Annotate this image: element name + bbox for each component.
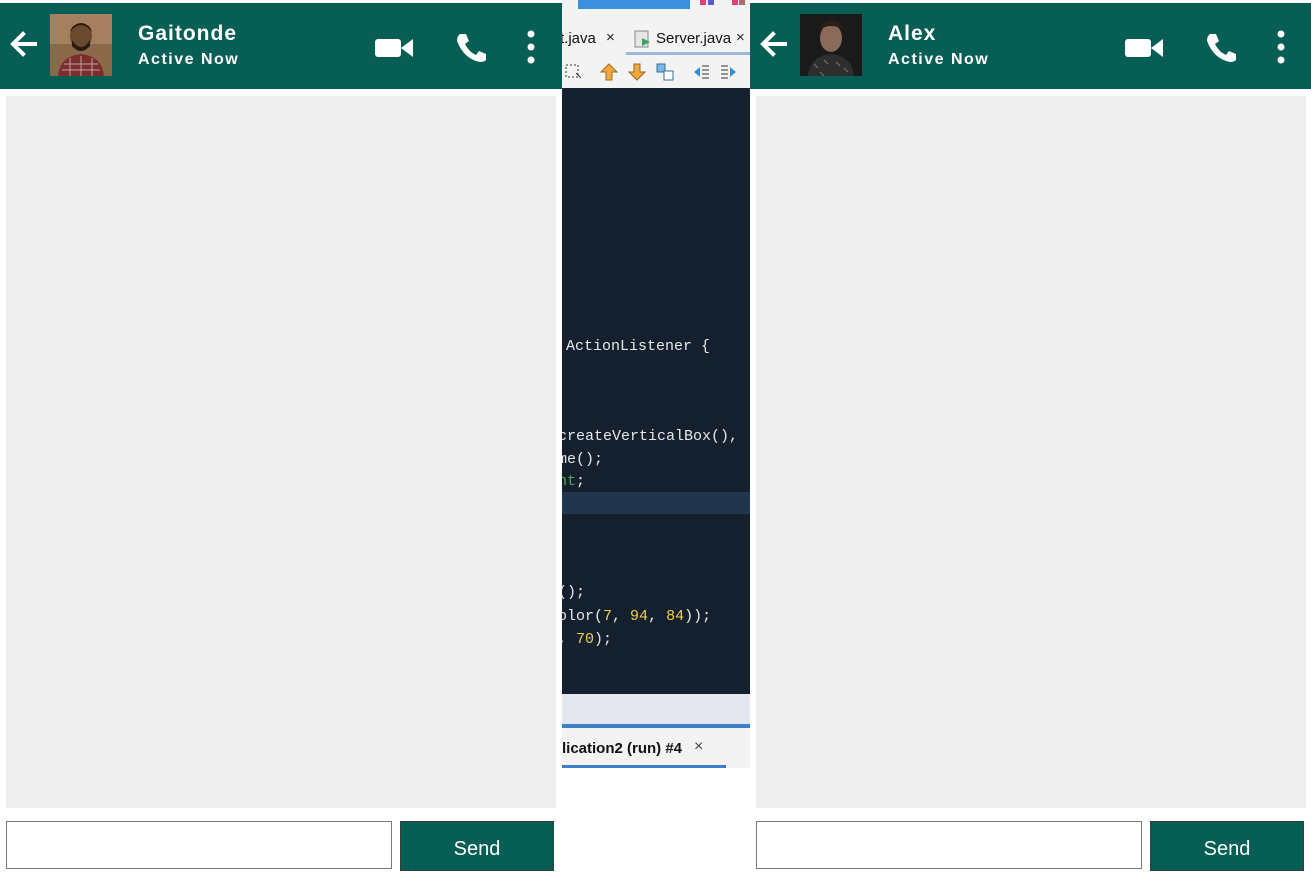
back-arrow-icon[interactable] (758, 29, 788, 59)
ide-editor-tabs: t.java × Server.java × (562, 22, 750, 56)
code-token: )); (684, 608, 712, 625)
code-line: ActionListener { (566, 338, 711, 355)
arrow-up-icon[interactable] (600, 63, 618, 81)
ide-toolbar (562, 56, 750, 89)
code-line: nt; (562, 471, 585, 493)
code-token: ; (576, 473, 586, 490)
ide-tab-client[interactable]: t.java (562, 30, 596, 47)
send-button[interactable]: Send (1150, 821, 1304, 871)
ide-background: t.java × Server.java × ActionListener {… (562, 0, 750, 875)
output-tab-run[interactable]: lication2 (run) #4 (562, 740, 682, 757)
code-editor[interactable]: ActionListener { createVerticalBox(), me… (562, 88, 750, 694)
code-token: 84 (666, 608, 685, 625)
message-area[interactable] (6, 96, 556, 808)
send-button[interactable]: Send (400, 821, 554, 871)
code-line: createVerticalBox(), (562, 428, 739, 445)
close-icon[interactable]: × (606, 29, 615, 46)
ide-status-area (562, 694, 750, 724)
video-call-icon[interactable] (374, 35, 414, 61)
code-line: me(); (562, 451, 604, 468)
code-token: , (562, 631, 576, 648)
ide-app-icon (732, 0, 745, 5)
output-tab-underline (562, 765, 726, 768)
video-call-icon[interactable] (1124, 35, 1164, 61)
chat-window-alex: Alex Active Now Send (750, 0, 1311, 875)
chat-header: Alex Active Now (750, 3, 1311, 89)
ide-output-tabs: lication2 (run) #4 × (562, 728, 750, 768)
code-token: , (648, 608, 667, 625)
code-token: ); (594, 631, 613, 648)
chat-window-gaitonde: Gaitonde Active Now Send (0, 0, 562, 875)
contact-name: Gaitonde (138, 22, 238, 45)
code-token: nt (562, 473, 577, 490)
phone-icon[interactable] (1204, 31, 1240, 63)
contact-name: Alex (888, 22, 937, 45)
ide-app-icon (700, 0, 714, 5)
contact-status: Active Now (138, 51, 240, 68)
avatar[interactable] (800, 14, 862, 76)
code-line: olor(7, 94, 84)); (562, 606, 711, 628)
code-token: olor( (562, 608, 604, 625)
message-input[interactable] (6, 821, 392, 869)
close-icon[interactable]: × (694, 738, 703, 756)
chat-header: Gaitonde Active Now (0, 3, 562, 89)
code-token: , (612, 608, 631, 625)
arrow-down-icon[interactable] (628, 63, 646, 81)
shift-left-icon[interactable] (692, 63, 710, 81)
ide-tab-server[interactable]: Server.java (656, 30, 731, 47)
java-file-icon (634, 30, 650, 48)
code-token: 94 (630, 608, 649, 625)
phone-icon[interactable] (454, 31, 490, 63)
code-line: (); (562, 584, 586, 601)
ide-active-indicator (578, 0, 690, 9)
code-token: 70 (576, 631, 595, 648)
shapes-icon[interactable] (656, 63, 674, 81)
shift-right-icon[interactable] (720, 63, 738, 81)
avatar[interactable] (50, 14, 112, 76)
ide-active-tab-underline (626, 52, 750, 55)
code-token: 7 (603, 608, 613, 625)
more-options-icon[interactable] (1273, 29, 1289, 65)
more-options-icon[interactable] (523, 29, 539, 65)
message-input[interactable] (756, 821, 1142, 869)
contact-status: Active Now (888, 51, 990, 68)
back-arrow-icon[interactable] (8, 29, 38, 59)
code-line: , 70); (562, 629, 612, 651)
select-rectangle-icon[interactable] (564, 63, 582, 81)
close-icon[interactable]: × (736, 29, 745, 46)
message-area[interactable] (756, 96, 1306, 808)
current-line-highlight (562, 492, 750, 514)
